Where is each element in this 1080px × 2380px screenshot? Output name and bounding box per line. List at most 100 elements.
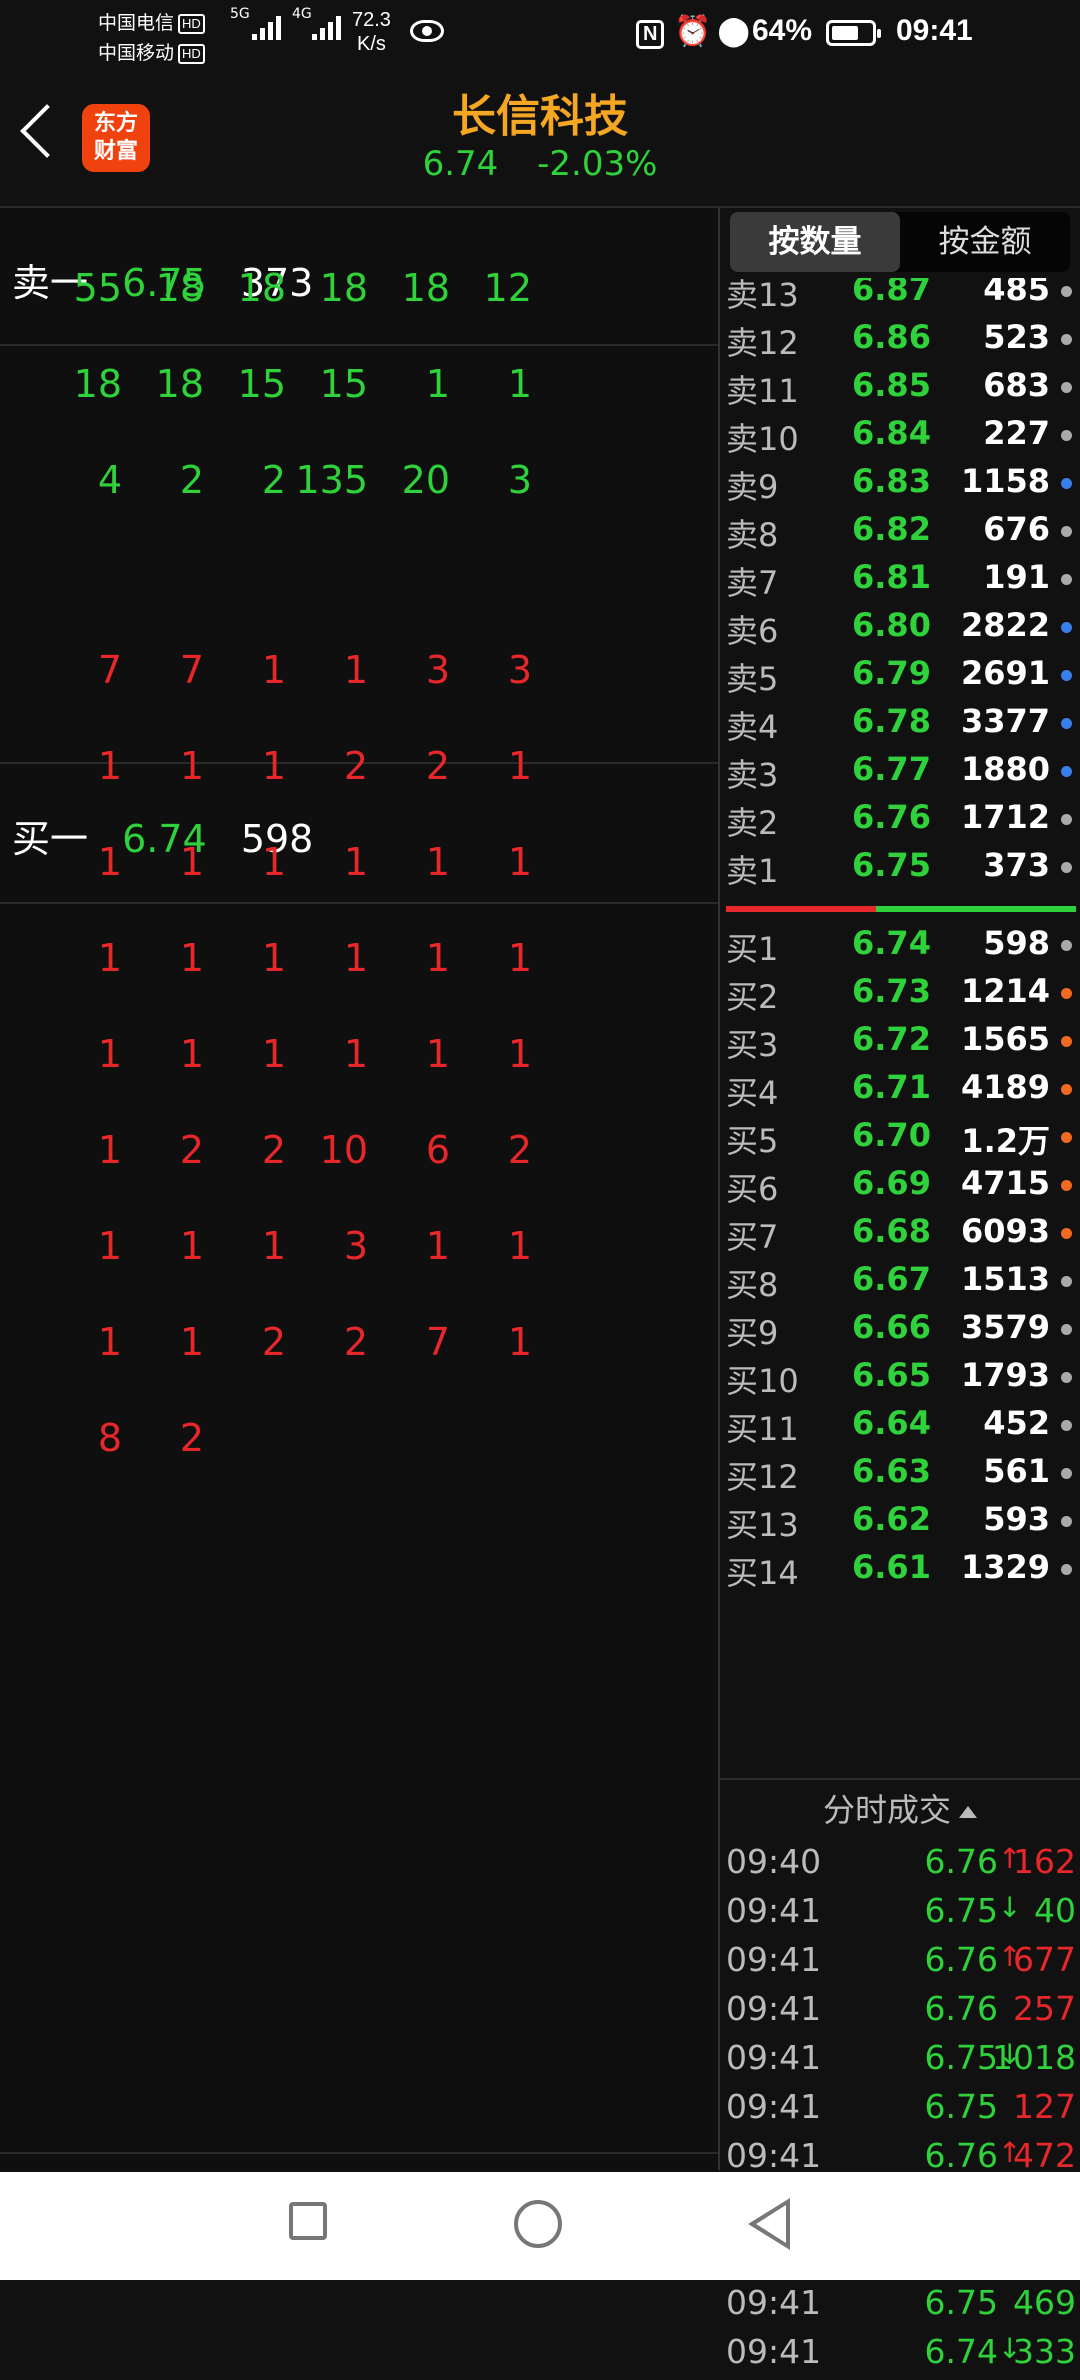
level-volume: 1214 (960, 972, 1050, 1010)
trade-row: 09:41 6.74 ↓ 333 (720, 2332, 1080, 2380)
depth-panel: 按数量 按金额 卖13 6.87 485 卖12 6.86 523 卖11 6.85 683 卖1… (720, 208, 1080, 2371)
trade-volume: 469 (1013, 2283, 1076, 2322)
trade-row: 09:41 6.75 ↓ 1018 (720, 2038, 1080, 2086)
trade-row: 09:41 6.76 257 (720, 1989, 1080, 2037)
tab-by-amount[interactable]: 按金额 (900, 212, 1070, 272)
queue-row: 112271 (0, 1320, 718, 1380)
orange-dot-icon (1061, 1084, 1072, 1095)
level-price: 6.63 (852, 1452, 931, 1490)
trade-time: 09:40 (726, 1842, 822, 1881)
ask-level[interactable]: 卖9 6.83 1158 (720, 462, 1080, 510)
level-volume: 2822 (960, 606, 1050, 644)
level-price: 6.83 (852, 462, 931, 500)
ask-level[interactable]: 卖12 6.86 523 (720, 318, 1080, 366)
queue-cell: 1 (507, 362, 532, 406)
level-label: 买11 (726, 1410, 799, 1448)
level-price: 6.72 (852, 1020, 931, 1058)
stock-quote: 6.74 -2.03% (0, 144, 1080, 184)
bid-level[interactable]: 买13 6.62 593 (720, 1500, 1080, 1548)
trade-price: 6.76 (924, 1842, 998, 1881)
carrier-1: 中国电信 HD (98, 8, 205, 35)
ask-level[interactable]: 卖7 6.81 191 (720, 558, 1080, 606)
orange-dot-icon (1061, 1228, 1072, 1239)
back-button[interactable] (748, 2198, 790, 2250)
orange-dot-icon (1061, 988, 1072, 999)
signal-1-icon (252, 16, 281, 40)
queue-row: 111311 (0, 1224, 718, 1284)
queue-row: 111221 (0, 744, 718, 804)
recents-button[interactable] (289, 2202, 327, 2240)
level-volume: 1329 (960, 1548, 1050, 1586)
blue-dot-icon (1061, 718, 1072, 729)
home-button[interactable] (514, 2200, 562, 2248)
tab-by-quantity[interactable]: 按数量 (730, 212, 900, 272)
order-book[interactable]: 卖13 6.87 485 卖12 6.86 523 卖11 6.85 683 卖10 6.84 227… (720, 278, 1080, 1778)
system-nav-bar (0, 2172, 1080, 2280)
bid-level[interactable]: 买5 6.70 1.2万 (720, 1116, 1080, 1164)
ask-level[interactable]: 卖10 6.84 227 (720, 414, 1080, 462)
level-volume: 598 (983, 924, 1050, 962)
bid-level[interactable]: 买2 6.73 1214 (720, 972, 1080, 1020)
queue-cell: 3 (507, 458, 532, 502)
level-label: 买4 (726, 1074, 779, 1112)
level-label: 买3 (726, 1026, 779, 1064)
ask-level[interactable]: 卖6 6.80 2822 (720, 606, 1080, 654)
level-price: 6.66 (852, 1308, 931, 1346)
ask-level[interactable]: 卖2 6.76 1712 (720, 798, 1080, 846)
level-price: 6.87 (852, 278, 931, 308)
grey-dot-icon (1061, 940, 1072, 951)
trade-time: 09:41 (726, 2087, 822, 2126)
level-label: 卖12 (726, 324, 799, 362)
bid-level[interactable]: 买1 6.74 598 (720, 924, 1080, 972)
bid-level[interactable]: 买9 6.66 3579 (720, 1308, 1080, 1356)
grey-dot-icon (1061, 526, 1072, 537)
trade-time: 09:41 (726, 2038, 822, 2077)
queue-row: 4 2 2 135 20 3 (0, 458, 718, 518)
bid-level[interactable]: 买12 6.63 561 (720, 1452, 1080, 1500)
queue-cell: 1 (507, 1032, 532, 1076)
trade-row: 09:40 6.76 ↑ 162 (720, 1842, 1080, 1890)
carrier-2: 中国移动 HD (98, 38, 205, 65)
bid-level[interactable]: 买6 6.69 4715 (720, 1164, 1080, 1212)
trade-price: 6.76 (924, 1989, 998, 2028)
level-label: 卖6 (726, 612, 779, 650)
ask-level[interactable]: 卖4 6.78 3377 (720, 702, 1080, 750)
level-volume: 1513 (960, 1260, 1050, 1298)
ask-level[interactable]: 卖3 6.77 1880 (720, 750, 1080, 798)
level-label: 卖9 (726, 468, 779, 506)
bid-level[interactable]: 买4 6.71 4189 (720, 1068, 1080, 1116)
level-volume: 676 (983, 510, 1050, 548)
level-price: 6.86 (852, 318, 931, 356)
queue-cell: 1 (507, 1224, 532, 1268)
level-volume: 2691 (960, 654, 1050, 692)
trade-time: 09:41 (726, 1891, 822, 1930)
level-volume: 593 (983, 1500, 1050, 1538)
bid-level[interactable]: 买14 6.61 1329 (720, 1548, 1080, 1596)
bid-level[interactable]: 买3 6.72 1565 (720, 1020, 1080, 1068)
grey-dot-icon (1061, 1324, 1072, 1335)
level-label: 买13 (726, 1506, 799, 1544)
trade-price: 6.76 (924, 1940, 998, 1979)
eye-icon (410, 20, 444, 42)
bid-level[interactable]: 买10 6.65 1793 (720, 1356, 1080, 1404)
ask-level[interactable]: 卖8 6.82 676 (720, 510, 1080, 558)
level-label: 买9 (726, 1314, 779, 1352)
bid-level[interactable]: 买7 6.68 6093 (720, 1212, 1080, 1260)
bid-level[interactable]: 买11 6.64 452 (720, 1404, 1080, 1452)
level-price: 6.62 (852, 1500, 931, 1538)
stock-header: 东方 财富 长信科技 6.74 -2.03% (0, 72, 1080, 208)
trades-header[interactable]: 分时成交 (720, 1778, 1080, 1840)
queue-cell: 2 (179, 1416, 204, 1460)
ask-level[interactable]: 卖5 6.79 2691 (720, 654, 1080, 702)
ask-level[interactable]: 卖13 6.87 485 (720, 278, 1080, 318)
level-volume: 523 (983, 318, 1050, 356)
trade-row: 09:41 6.75 469 (720, 2283, 1080, 2331)
ask-level[interactable]: 卖1 6.75 373 (720, 846, 1080, 894)
bid-level[interactable]: 买8 6.67 1513 (720, 1260, 1080, 1308)
level-volume: 485 (983, 278, 1050, 308)
ask-level[interactable]: 卖11 6.85 683 (720, 366, 1080, 414)
level-volume: 1565 (960, 1020, 1050, 1058)
level-volume: 4715 (960, 1164, 1050, 1202)
trade-time: 09:41 (726, 2136, 822, 2175)
level-price: 6.65 (852, 1356, 931, 1394)
